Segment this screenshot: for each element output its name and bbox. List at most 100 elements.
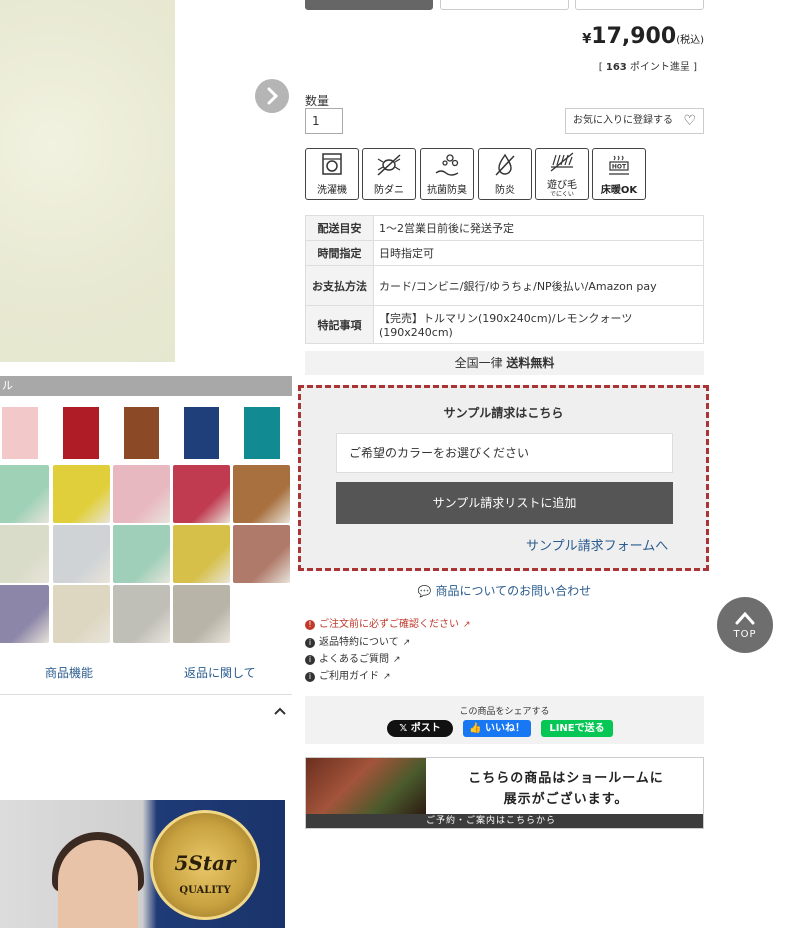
currency-symbol: ¥	[582, 32, 592, 47]
info-icon: i	[305, 638, 315, 648]
external-link-icon: ↗	[393, 655, 401, 665]
points-prefix: [	[598, 62, 606, 73]
sample-color-select[interactable]: ご希望のカラーをお選びください	[336, 433, 673, 473]
favorites-label: お気に入りに登録する	[573, 115, 673, 126]
feature-sublabel: でにくい	[550, 191, 574, 198]
feature-label: 防炎	[495, 185, 515, 196]
product-inquiry-link[interactable]: 💬 商品についてのお問い合わせ	[305, 582, 704, 599]
return-policy-link[interactable]: 返品に関して	[184, 664, 256, 681]
thumbnail-image[interactable]	[173, 525, 230, 583]
chat-icon: 💬	[417, 585, 432, 598]
spec-head: お支払方法	[305, 265, 374, 306]
thumbnail-image[interactable]	[233, 465, 290, 523]
showroom-text: こちらの商品はショールームに 展示がございます。	[431, 768, 701, 810]
thumbnail-image[interactable]	[53, 525, 110, 583]
thumbnail-image[interactable]	[173, 585, 230, 643]
feature-anti-mite: 防ダニ	[362, 148, 416, 200]
feature-low-fluff: 遊び毛 でにくい	[535, 148, 589, 200]
next-image-button[interactable]	[255, 79, 289, 113]
model-photo	[58, 840, 138, 928]
shipping-prefix: 全国一律	[454, 356, 507, 370]
thumbnail-image[interactable]	[173, 465, 230, 523]
faq-link[interactable]: i よくあるご質問 ↗	[305, 650, 401, 665]
thumbnail-image[interactable]	[113, 525, 170, 583]
thumbnail-image[interactable]	[0, 525, 49, 583]
info-icon: i	[305, 655, 315, 665]
color-swatch[interactable]	[63, 407, 99, 459]
feature-flame-retardant: 防炎	[478, 148, 532, 200]
variant-button[interactable]	[575, 0, 704, 10]
antibacterial-icon	[435, 154, 459, 176]
inquiry-label: 商品についてのお問い合わせ	[435, 584, 592, 598]
info-label: ご注文前に必ずご確認ください	[319, 619, 459, 630]
variant-button[interactable]	[440, 0, 569, 10]
feature-label: 防ダニ	[374, 185, 404, 196]
thumbnail-image[interactable]	[113, 585, 170, 643]
medal-text-star: 5Star	[174, 851, 236, 875]
floor-heating-icon: HOT	[609, 155, 629, 175]
table-row: 配送目安 1〜2営業日前後に発送予定	[305, 215, 704, 241]
showroom-banner[interactable]: こちらの商品はショールームに 展示がございます。 ご予約・ご案内はこちらから	[305, 757, 704, 829]
product-features-link[interactable]: 商品機能	[45, 664, 93, 681]
order-notice-link[interactable]: ! ご注文前に必ずご確認ください ↗	[305, 615, 471, 630]
washing-machine-icon	[322, 153, 342, 175]
info-icon: i	[305, 672, 315, 682]
variant-button-selected[interactable]	[305, 0, 433, 10]
feature-floor-heating: HOT 床暖OK	[592, 148, 646, 200]
showroom-photo	[306, 758, 426, 815]
chevron-up-icon	[735, 611, 755, 625]
thumbnail-image[interactable]	[0, 465, 49, 523]
feature-washable: 洗濯機	[305, 148, 359, 200]
spec-head: 特記事項	[305, 305, 374, 344]
add-to-favorites-button[interactable]: お気に入りに登録する ♡	[565, 108, 704, 134]
collapse-toggle[interactable]	[273, 704, 287, 720]
fluff-icon	[550, 152, 574, 172]
info-label: よくあるご質問	[319, 654, 389, 665]
feature-label: 洗濯機	[317, 185, 347, 196]
thumbnail-image[interactable]	[233, 525, 290, 583]
line-share-button[interactable]: LINEで送る	[541, 720, 613, 737]
points-suffix: ポイント進呈 ]	[626, 62, 697, 73]
shipping-free: 送料無料	[506, 356, 555, 370]
back-to-top-button[interactable]: TOP	[717, 597, 773, 653]
share-title: この商品をシェアする	[459, 707, 550, 717]
external-link-icon: ↗	[463, 620, 471, 630]
spec-head: 時間指定	[305, 240, 374, 266]
x-post-button[interactable]: 𝕏 ポスト	[387, 720, 453, 737]
sample-form-link[interactable]: サンプル請求フォームへ	[526, 535, 668, 554]
medal-text-quality: QUALITY	[179, 885, 231, 896]
add-sample-button[interactable]: サンプル請求リストに追加	[336, 482, 673, 524]
info-label: 返品特約について	[319, 637, 399, 648]
color-variation-header: ル	[0, 376, 292, 396]
feature-label: 床暖OK	[600, 185, 638, 196]
thumbnail-image[interactable]	[53, 585, 110, 643]
spec-value: 【完売】トルマリン(190x240cm)/レモンクォーツ(190x240cm)	[373, 305, 704, 344]
showroom-line2: 展示がございます。	[503, 792, 629, 807]
top-label: TOP	[733, 629, 757, 640]
shipping-spec-table: 配送目安 1〜2営業日前後に発送予定 時間指定 日時指定可 お支払方法 カード/…	[305, 215, 704, 344]
thumbnail-image[interactable]	[53, 465, 110, 523]
guide-link[interactable]: i ご利用ガイド ↗	[305, 667, 391, 682]
feature-antibacterial: 抗菌防臭	[420, 148, 474, 200]
price: ¥17,900(税込)	[582, 24, 704, 49]
flame-icon	[495, 153, 515, 176]
color-swatch[interactable]	[244, 407, 280, 459]
facebook-like-button[interactable]: 👍 いいね！	[463, 720, 531, 737]
spec-head: 配送目安	[305, 215, 374, 241]
color-swatch[interactable]	[124, 407, 159, 459]
showroom-line1: こちらの商品はショールームに	[468, 771, 664, 786]
sample-title: サンプル請求はこちら	[443, 406, 564, 420]
return-special-link[interactable]: i 返品特約について ↗	[305, 633, 410, 648]
color-swatch[interactable]	[2, 407, 38, 459]
mite-icon	[377, 154, 401, 176]
price-amount: 17,900	[591, 24, 677, 49]
chevron-up-icon	[274, 707, 286, 715]
quantity-input[interactable]: 1	[305, 108, 343, 134]
tax-label: (税込)	[676, 35, 704, 46]
thumbnail-image[interactable]	[113, 465, 170, 523]
thumbnail-image[interactable]	[0, 585, 49, 643]
feature-label: 抗菌防臭	[427, 185, 467, 196]
color-swatch[interactable]	[184, 407, 219, 459]
hot-badge: HOT	[612, 164, 627, 171]
table-row: 時間指定 日時指定可	[305, 240, 704, 266]
